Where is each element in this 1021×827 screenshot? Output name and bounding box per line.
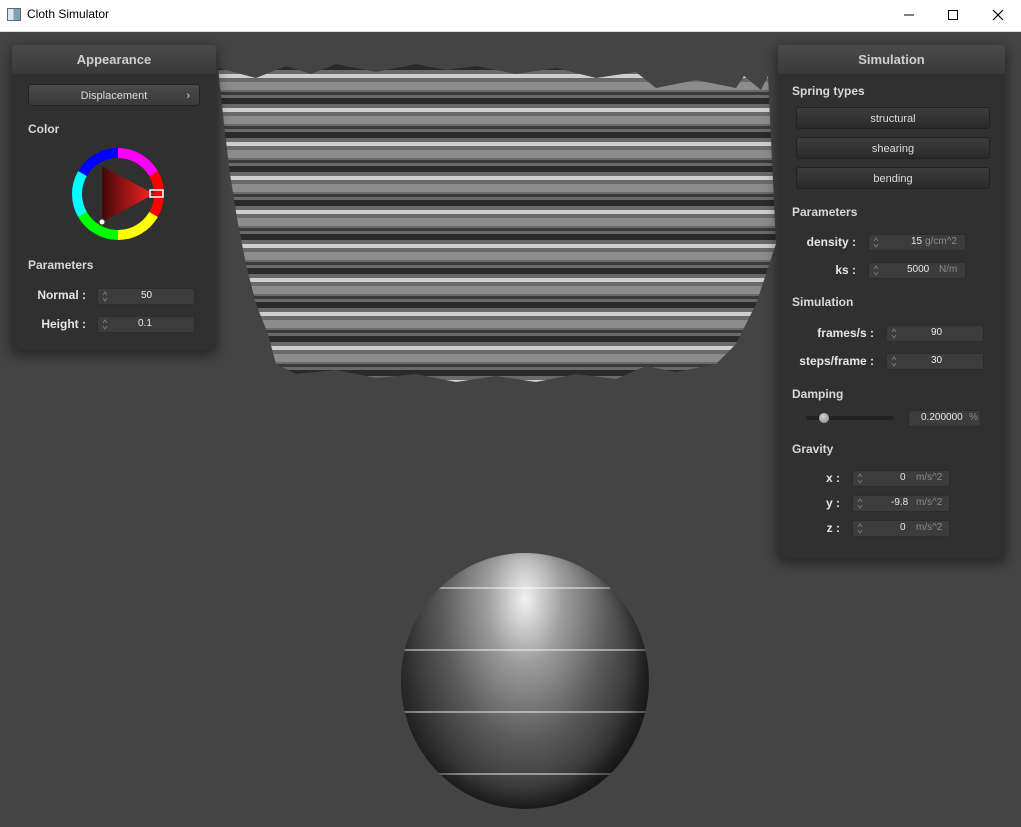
height-label: Height :	[41, 317, 86, 331]
steps-label: steps/frame :	[799, 354, 874, 368]
maximize-button[interactable]	[930, 0, 976, 31]
color-label: Color	[28, 122, 60, 136]
spinner-icon[interactable]	[891, 356, 897, 367]
gravity-label: Gravity	[792, 442, 834, 456]
gravity-z-value: 0	[900, 522, 906, 533]
minimize-icon	[904, 14, 914, 16]
spinner-icon[interactable]	[891, 328, 897, 339]
color-selector-handle[interactable]	[98, 218, 106, 226]
bending-toggle[interactable]: bending	[796, 167, 990, 189]
maximize-icon	[948, 10, 958, 20]
spinner-icon[interactable]	[873, 237, 879, 248]
gravity-x-input[interactable]: 0 m/s^2	[852, 470, 950, 487]
spinner-icon[interactable]	[857, 473, 863, 484]
simulation-section-label: Simulation	[792, 295, 854, 309]
gravity-z-unit: m/s^2	[916, 522, 943, 533]
gravity-x-unit: m/s^2	[916, 472, 943, 483]
collision-sphere	[401, 553, 649, 809]
frames-label: frames/s :	[817, 326, 874, 340]
simulation-parameters-label: Parameters	[792, 205, 858, 219]
density-input[interactable]: 15 g/cm^2	[868, 234, 966, 251]
normal-value: 50	[141, 290, 153, 301]
spinner-icon[interactable]	[873, 265, 879, 276]
normal-input[interactable]: 50	[97, 288, 195, 305]
damping-value: 0.200000	[921, 412, 963, 423]
window-title: Cloth Simulator	[27, 7, 110, 21]
gravity-y-unit: m/s^2	[916, 497, 943, 508]
gravity-y-input[interactable]: -9.8 m/s^2	[852, 495, 950, 512]
height-input[interactable]: 0.1	[97, 316, 195, 333]
gravity-z-input[interactable]: 0 m/s^2	[852, 520, 950, 537]
normal-label: Normal :	[37, 288, 86, 302]
ks-label: ks :	[835, 263, 856, 277]
chevron-right-icon: ›	[186, 90, 190, 102]
spinner-icon[interactable]	[102, 291, 108, 302]
title-bar: Cloth Simulator	[0, 0, 1021, 32]
shearing-toggle[interactable]: shearing	[796, 137, 990, 159]
shader-dropdown-label: Displacement	[80, 90, 148, 102]
simulation-header[interactable]: Simulation	[778, 45, 1005, 74]
appearance-parameters-label: Parameters	[28, 258, 94, 272]
steps-value: 30	[931, 355, 943, 366]
damping-slider-knob[interactable]	[818, 413, 829, 423]
spring-types-label: Spring types	[792, 84, 865, 98]
gravity-y-label: y :	[825, 496, 840, 510]
gravity-x-value: 0	[900, 472, 906, 483]
damping-label: Damping	[792, 387, 844, 401]
gravity-y-value: -9.8	[891, 497, 909, 508]
spinner-icon[interactable]	[102, 319, 108, 330]
damping-unit: %	[969, 412, 978, 423]
ks-value: 5000	[907, 264, 930, 275]
shader-dropdown[interactable]: Displacement ›	[28, 84, 200, 106]
app-icon	[7, 8, 21, 21]
minimize-button[interactable]	[886, 0, 932, 31]
color-wheel[interactable]	[70, 146, 166, 242]
frames-input[interactable]: 90	[886, 325, 984, 342]
gravity-x-label: x :	[825, 471, 840, 485]
ks-unit: N/m	[939, 264, 958, 275]
spinner-icon[interactable]	[857, 523, 863, 534]
density-value: 15	[911, 236, 923, 247]
density-label: density :	[806, 235, 856, 249]
close-button[interactable]	[975, 0, 1021, 31]
appearance-header[interactable]: Appearance	[12, 45, 216, 74]
frames-value: 90	[931, 327, 943, 338]
ks-input[interactable]: 5000 N/m	[868, 262, 966, 279]
structural-toggle[interactable]: structural	[796, 107, 990, 129]
close-icon	[992, 9, 1004, 21]
steps-input[interactable]: 30	[886, 353, 984, 370]
spinner-icon[interactable]	[857, 498, 863, 509]
cloth-mesh[interactable]	[216, 64, 776, 384]
damping-input[interactable]: 0.200000 %	[908, 410, 981, 427]
height-value: 0.1	[138, 318, 152, 329]
simulation-panel: Simulation Spring types structural shear…	[778, 45, 1005, 558]
density-unit: g/cm^2	[925, 236, 957, 247]
gravity-z-label: z :	[826, 521, 840, 535]
appearance-panel: Appearance Displacement › Color Paramete…	[12, 45, 216, 350]
